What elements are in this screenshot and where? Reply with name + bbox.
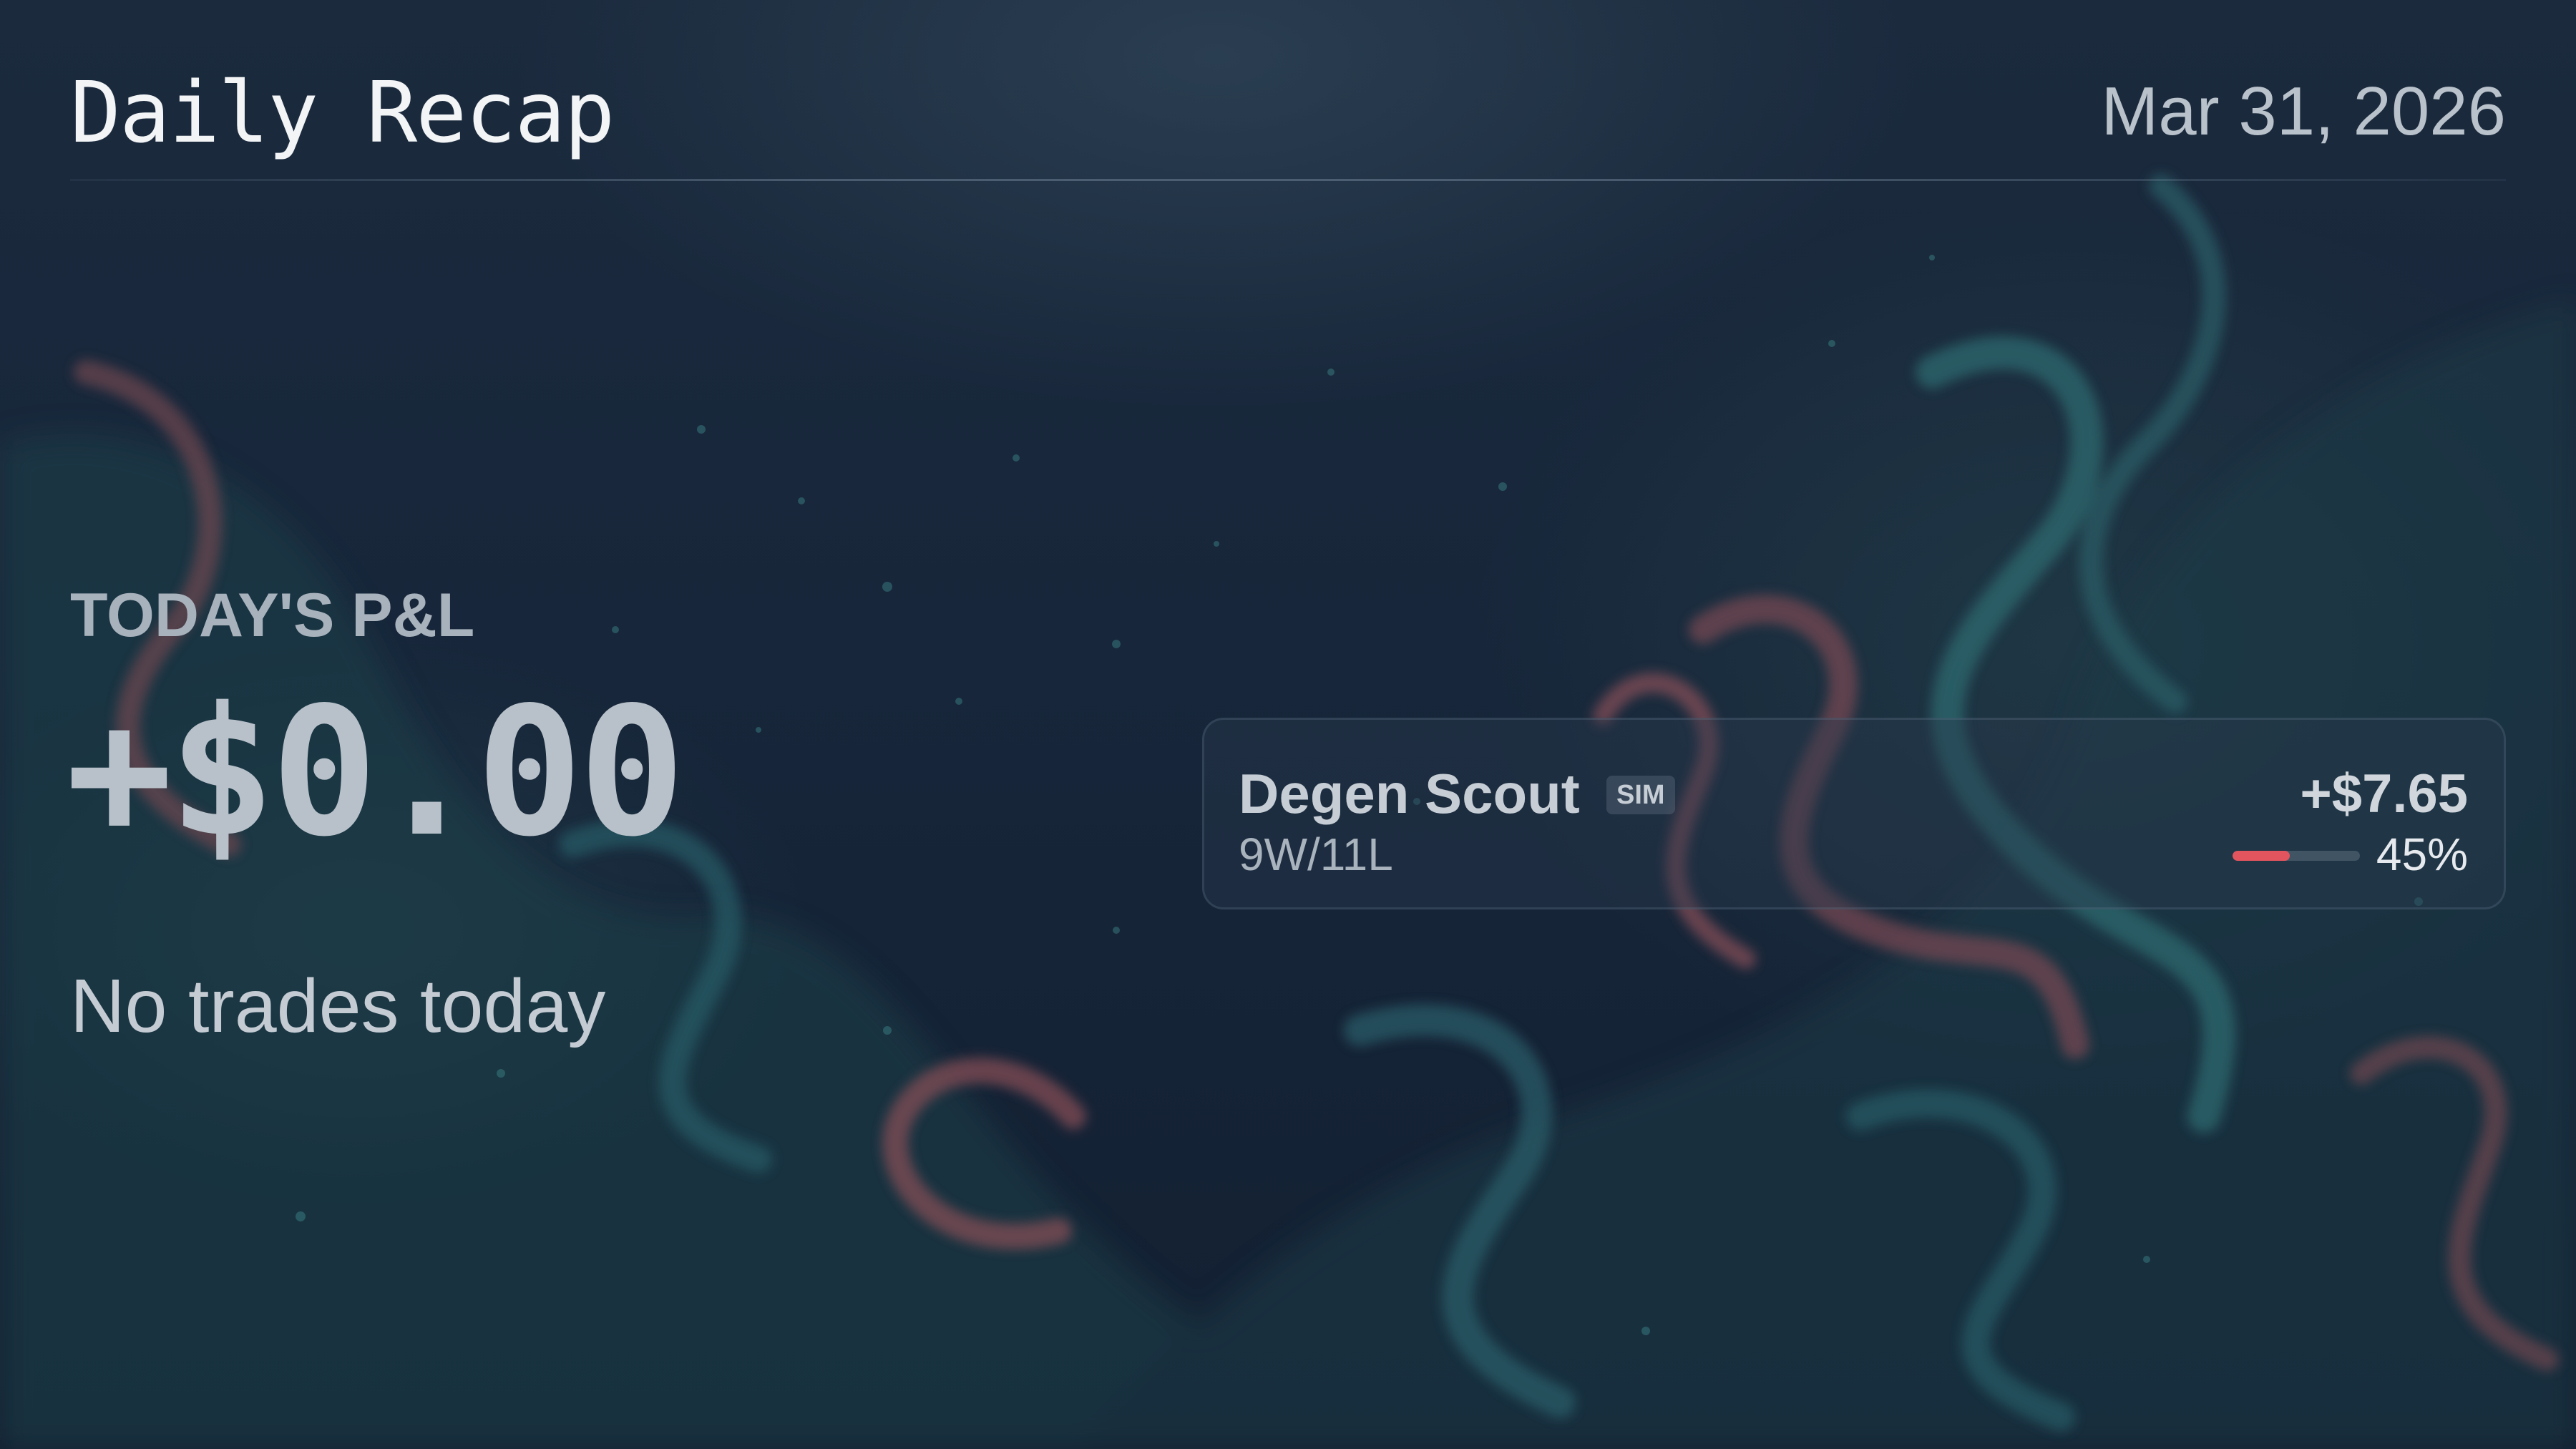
win-rate-fill bbox=[2233, 851, 2290, 861]
page-title: Daily Recap bbox=[70, 63, 615, 162]
sim-badge: SIM bbox=[1606, 776, 1675, 814]
pnl-label: TODAY'S P&L bbox=[70, 581, 475, 650]
pnl-value: +$0.00 bbox=[66, 670, 686, 876]
agent-name: Degen Scout bbox=[1239, 762, 1580, 825]
win-rate-bar bbox=[2233, 851, 2360, 861]
agent-card[interactable]: Degen Scout SIM 9W/11L +$7.65 45% bbox=[1202, 718, 2506, 909]
agent-record: 9W/11L bbox=[1239, 829, 1393, 880]
header-divider bbox=[70, 179, 2506, 181]
win-rate-text: 45% bbox=[2376, 829, 2468, 880]
daily-recap-screen: Daily Recap Mar 31, 2026 TODAY'S P&L +$0… bbox=[0, 0, 2576, 1449]
recap-date: Mar 31, 2026 bbox=[2101, 73, 2506, 150]
empty-trades-message: No trades today bbox=[70, 964, 606, 1048]
agent-pnl: +$7.65 bbox=[2300, 763, 2468, 824]
